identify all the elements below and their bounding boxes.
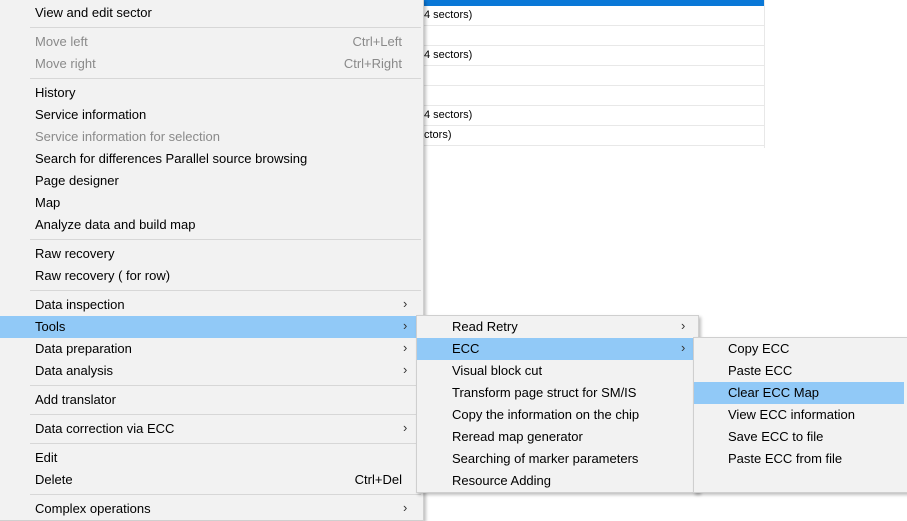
menu-item-label: Copy ECC [728,341,790,356]
menu-item-clear-ecc-map[interactable]: Clear ECC Map [694,382,904,404]
menu-item-map[interactable]: Map [0,192,423,214]
menu-item-visual-block-cut[interactable]: Visual block cut [417,360,698,382]
menu-separator [30,290,421,291]
table-cell: ctors) [424,129,452,141]
chevron-right-icon: › [403,420,408,435]
menu-item-move-left[interactable]: Move left Ctrl+Left [0,31,423,53]
menu-item-edit[interactable]: Edit [0,447,423,469]
menu-item-label: Service information [35,107,147,122]
menu-item-save-ecc-file[interactable]: Save ECC to file [694,426,907,448]
menu-item-data-preparation[interactable]: Data preparation › [0,338,423,360]
chevron-right-icon: › [403,318,408,333]
menu-item-label: Complex operations [35,501,151,516]
menu-item-label: Resource Adding [452,473,552,488]
menu-item-label: Read Retry [452,319,518,334]
menu-item-label: Searching of marker parameters [452,451,639,466]
menu-item-analyze-data[interactable]: Analyze data and build map [0,214,423,236]
table-cell: 4 sectors) [424,9,473,21]
menu-item-paste-ecc[interactable]: Paste ECC [694,360,907,382]
menu-item-label: ECC [452,341,480,356]
menu-item-label: Tools [35,319,66,334]
menu-item-view-edit-sector[interactable]: View and edit sector [0,2,423,24]
menu-item-label: View and edit sector [35,5,152,20]
menu-item-label: History [35,85,76,100]
menu-item-data-inspection[interactable]: Data inspection › [0,294,423,316]
menu-item-history[interactable]: History [0,82,423,104]
menu-item-page-designer[interactable]: Page designer [0,170,423,192]
menu-item-resource-adding[interactable]: Resource Adding [417,470,698,492]
menu-item-complex-operations[interactable]: Complex operations › [0,498,423,520]
chevron-right-icon: › [681,340,686,355]
menu-item-label: Copy the information on the chip [452,407,640,422]
menu-item-label: Data analysis [35,363,114,378]
chevron-right-icon: › [681,318,686,333]
menu-item-shortcut: Ctrl+Del [354,472,402,487]
menu-item-read-retry[interactable]: Read Retry › [417,316,698,338]
menu-separator [30,385,421,386]
menu-item-view-ecc-info[interactable]: View ECC information [694,404,907,426]
menu-item-label: Clear ECC Map [728,385,820,400]
menu-item-data-correction-ecc[interactable]: Data correction via ECC › [0,418,423,440]
menu-item-search-differences[interactable]: Search for differences Parallel source b… [0,148,423,170]
menu-separator [30,27,421,28]
chevron-right-icon: › [403,500,408,515]
menu-item-label: View ECC information [728,407,855,422]
menu-item-ecc[interactable]: ECC › [417,338,698,360]
menu-item-shortcut: Ctrl+Right [343,56,402,71]
menu-item-label: Paste ECC [728,363,793,378]
menu-item-label: Raw recovery [35,246,115,261]
menu-item-label: Raw recovery ( for row) [35,268,171,283]
menu-item-label: Map [35,195,61,210]
context-menu: View and edit sector Move left Ctrl+Left … [0,0,424,521]
tools-submenu: Read Retry › ECC › Visual block cut Transf… [416,315,699,493]
menu-item-move-right[interactable]: Move right Ctrl+Right [0,53,423,75]
table-cell: 4 sectors) [424,49,473,61]
menu-item-label: Search for differences Parallel source b… [35,151,308,166]
chevron-right-icon: › [403,296,408,311]
menu-separator [30,414,421,415]
menu-item-label: Save ECC to file [728,429,824,444]
menu-item-label: Transform page struct for SM/IS [452,385,637,400]
menu-item-copy-chip-info[interactable]: Copy the information on the chip [417,404,698,426]
menu-separator [30,443,421,444]
menu-item-label: Data correction via ECC [35,421,175,436]
menu-item-transform-page-struct[interactable]: Transform page struct for SM/IS [417,382,698,404]
column-divider [764,0,765,148]
menu-item-label: Paste ECC from file [728,451,843,466]
ecc-submenu: Copy ECC Paste ECC Clear ECC Map View EC… [693,337,907,493]
menu-item-label: Analyze data and build map [35,217,196,232]
chevron-right-icon: › [403,362,408,377]
menu-item-marker-parameters[interactable]: Searching of marker parameters [417,448,698,470]
chevron-right-icon: › [403,340,408,355]
menu-separator [30,239,421,240]
table-cell: 4 sectors) [424,109,473,121]
menu-item-delete[interactable]: Delete Ctrl+Del [0,469,423,491]
menu-item-label: Edit [35,450,58,465]
menu-item-label: Add translator [35,392,116,407]
menu-item-shortcut: Ctrl+Left [352,34,403,49]
menu-item-data-analysis[interactable]: Data analysis › [0,360,423,382]
menu-item-paste-ecc-file[interactable]: Paste ECC from file [694,448,907,470]
menu-item-label: Delete [35,472,73,487]
menu-item-label: Reread map generator [452,429,583,444]
menu-item-label: Visual block cut [452,363,543,378]
menu-item-label: Service information for selection [35,129,220,144]
menu-separator [30,494,421,495]
menu-item-label: Data preparation [35,341,132,356]
menu-item-raw-recovery-row[interactable]: Raw recovery ( for row) [0,265,423,287]
menu-separator [30,78,421,79]
menu-item-label: Data inspection [35,297,125,312]
menu-item-label: Move left [35,34,88,49]
menu-item-service-info-selection[interactable]: Service information for selection [0,126,423,148]
menu-item-add-translator[interactable]: Add translator [0,389,423,411]
menu-item-reread-map-generator[interactable]: Reread map generator [417,426,698,448]
menu-item-service-information[interactable]: Service information [0,104,423,126]
menu-item-copy-ecc[interactable]: Copy ECC [694,338,907,360]
menu-item-tools[interactable]: Tools › [0,316,423,338]
menu-item-label: Page designer [35,173,119,188]
menu-item-raw-recovery[interactable]: Raw recovery [0,243,423,265]
menu-item-label: Move right [35,56,96,71]
